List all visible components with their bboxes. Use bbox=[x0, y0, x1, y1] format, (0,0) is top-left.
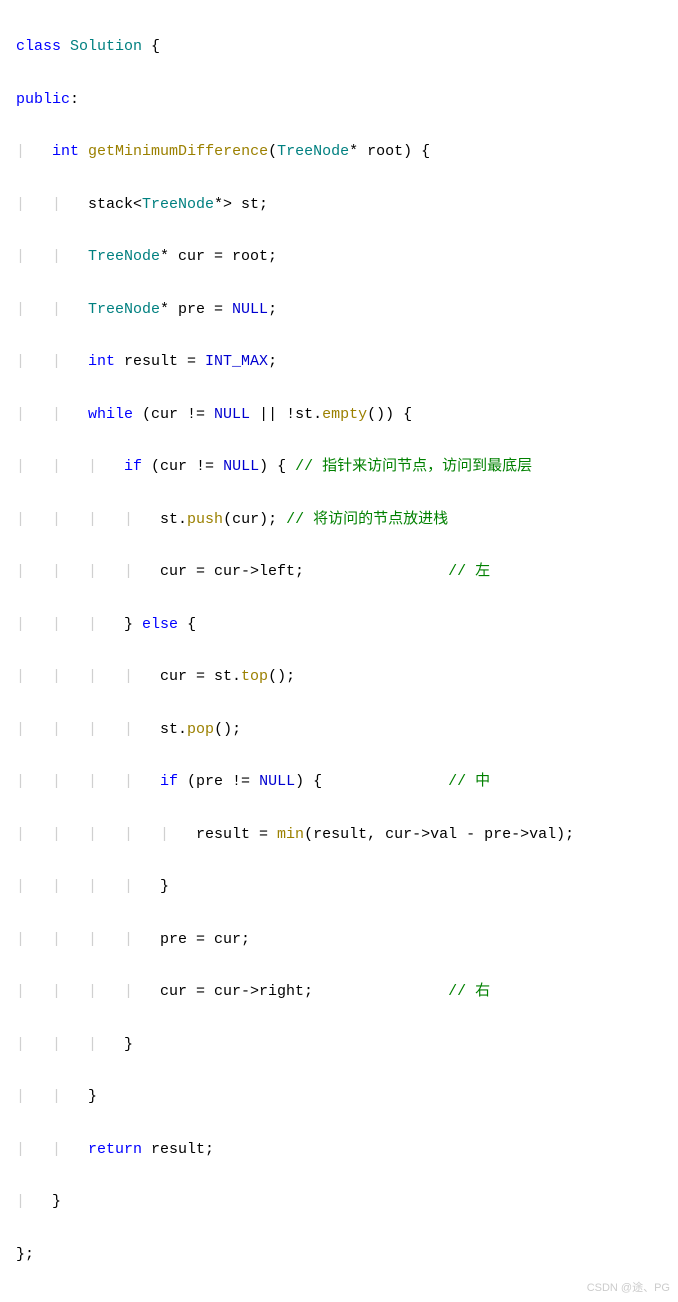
punct: ) { bbox=[259, 458, 295, 475]
keyword-else: else bbox=[142, 616, 178, 633]
punct: (pre != bbox=[178, 773, 259, 790]
code-text: cur = cur->right; bbox=[160, 983, 448, 1000]
constant: NULL bbox=[223, 458, 259, 475]
punct: } bbox=[160, 878, 169, 895]
keyword-while: while bbox=[88, 406, 133, 423]
type-name: TreeNode bbox=[88, 301, 160, 318]
constant: NULL bbox=[232, 301, 268, 318]
comment: // 将访问的节点放进栈 bbox=[286, 511, 448, 528]
punct: } bbox=[52, 1193, 61, 1210]
code-line: | | TreeNode* pre = NULL; bbox=[16, 297, 678, 323]
code-line: | | } bbox=[16, 1084, 678, 1110]
function-name: pop bbox=[187, 721, 214, 738]
comment: // 右 bbox=[448, 983, 490, 1000]
punct: }; bbox=[16, 1246, 34, 1263]
code-text: result = bbox=[115, 353, 205, 370]
code-line: | | TreeNode* cur = root; bbox=[16, 244, 678, 270]
code-line: | | | | | result = min(result, cur->val … bbox=[16, 822, 678, 848]
keyword-if: if bbox=[124, 458, 142, 475]
function-name: push bbox=[187, 511, 223, 528]
code-block: class Solution { public: | int getMinimu… bbox=[16, 8, 678, 1294]
code-text: stack< bbox=[88, 196, 142, 213]
code-line: | } bbox=[16, 1189, 678, 1215]
code-text: * cur = root; bbox=[160, 248, 277, 265]
keyword-if: if bbox=[160, 773, 178, 790]
comment: // 中 bbox=[448, 773, 490, 790]
code-text: pre = cur; bbox=[160, 931, 250, 948]
function-name: empty bbox=[322, 406, 367, 423]
code-line: | | | } else { bbox=[16, 612, 678, 638]
punct: ( bbox=[268, 143, 277, 160]
code-text: result = bbox=[196, 826, 277, 843]
punct: (); bbox=[268, 668, 295, 685]
code-line: | | | | cur = cur->right; // 右 bbox=[16, 979, 678, 1005]
punct: || !st. bbox=[250, 406, 322, 423]
watermark: CSDN @途、PG bbox=[587, 1279, 670, 1298]
code-line: | | | | } bbox=[16, 874, 678, 900]
comment: // 指针来访问节点，访问到最底层 bbox=[295, 458, 532, 475]
punct: (cur != bbox=[133, 406, 214, 423]
type-name: TreeNode bbox=[142, 196, 214, 213]
punct: { bbox=[178, 616, 196, 633]
code-line: | | int result = INT_MAX; bbox=[16, 349, 678, 375]
function-name: top bbox=[241, 668, 268, 685]
code-line: | | | } bbox=[16, 1032, 678, 1058]
code-text: cur = st. bbox=[160, 668, 241, 685]
punct: (); bbox=[214, 721, 241, 738]
code-line: | | | if (cur != NULL) { // 指针来访问节点，访问到最… bbox=[16, 454, 678, 480]
punct: (cur != bbox=[142, 458, 223, 475]
punct: } bbox=[124, 1036, 133, 1053]
punct: (cur); bbox=[223, 511, 286, 528]
keyword-class: class bbox=[16, 38, 61, 55]
code-line: | | | | pre = cur; bbox=[16, 927, 678, 953]
punct: { bbox=[142, 38, 160, 55]
code-line: | | | | cur = cur->left; // 左 bbox=[16, 559, 678, 585]
function-name: getMinimumDifference bbox=[88, 143, 268, 160]
punct: (result, cur->val - pre->val); bbox=[304, 826, 574, 843]
keyword-int: int bbox=[88, 353, 115, 370]
punct: } bbox=[88, 1088, 97, 1105]
constant: NULL bbox=[259, 773, 295, 790]
code-line: | | | | st.push(cur); // 将访问的节点放进栈 bbox=[16, 507, 678, 533]
punct: ; bbox=[268, 353, 277, 370]
code-line: | | | | cur = st.top(); bbox=[16, 664, 678, 690]
code-line: | | | | if (pre != NULL) { // 中 bbox=[16, 769, 678, 795]
comment: // 左 bbox=[448, 563, 490, 580]
punct: ; bbox=[268, 301, 277, 318]
code-text: result; bbox=[142, 1141, 214, 1158]
punct: : bbox=[70, 91, 79, 108]
function-name: min bbox=[277, 826, 304, 843]
code-line: | | while (cur != NULL || !st.empty()) { bbox=[16, 402, 678, 428]
keyword-return: return bbox=[88, 1141, 142, 1158]
constant: INT_MAX bbox=[205, 353, 268, 370]
keyword-int: int bbox=[52, 143, 79, 160]
punct: ()) { bbox=[367, 406, 412, 423]
code-text: st. bbox=[160, 511, 187, 528]
class-name: Solution bbox=[70, 38, 142, 55]
code-text: *> st; bbox=[214, 196, 268, 213]
code-line: | | | | st.pop(); bbox=[16, 717, 678, 743]
punct: * root) { bbox=[349, 143, 430, 160]
code-line: | | return result; bbox=[16, 1137, 678, 1163]
type-name: TreeNode bbox=[277, 143, 349, 160]
code-line: class Solution { bbox=[16, 34, 678, 60]
type-name: TreeNode bbox=[88, 248, 160, 265]
code-text: cur = cur->left; bbox=[160, 563, 448, 580]
code-line: public: bbox=[16, 87, 678, 113]
code-line: }; bbox=[16, 1242, 678, 1268]
keyword-public: public bbox=[16, 91, 70, 108]
code-text: * pre = bbox=[160, 301, 232, 318]
punct: } bbox=[124, 616, 142, 633]
code-text: st. bbox=[160, 721, 187, 738]
code-line: | int getMinimumDifference(TreeNode* roo… bbox=[16, 139, 678, 165]
constant: NULL bbox=[214, 406, 250, 423]
punct: ) { bbox=[295, 773, 448, 790]
code-line: | | stack<TreeNode*> st; bbox=[16, 192, 678, 218]
